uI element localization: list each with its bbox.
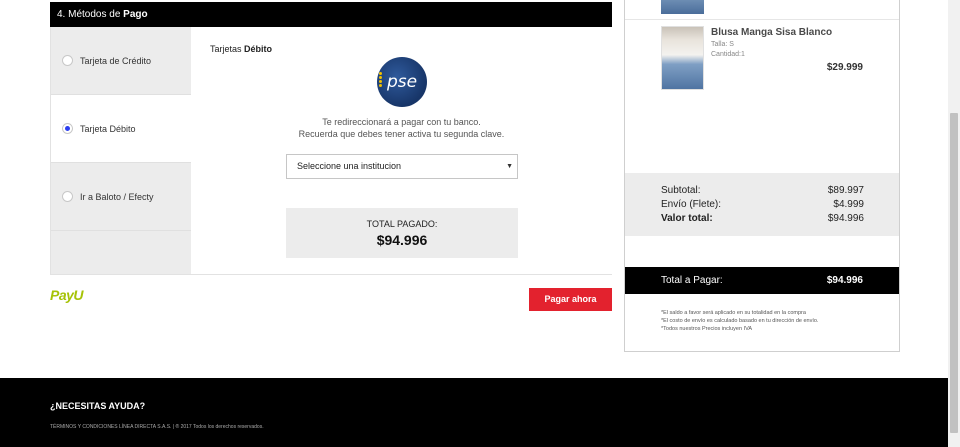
shipping-row: Envío (Flete): $4.999 <box>661 199 864 210</box>
redirect-notice-line1: Te redireccionará a pagar con tu banco. <box>322 117 481 127</box>
payment-methods-header: 4. Métodos de Pago <box>50 2 612 27</box>
page-scrollbar[interactable] <box>948 0 960 447</box>
payu-logo-text: PayU <box>50 287 84 303</box>
subtotal-label: Subtotal: <box>661 185 701 196</box>
total-to-pay-bar: Total a Pagar: $94.996 <box>625 267 899 294</box>
total-to-pay-value: $94.996 <box>826 275 863 286</box>
shipping-label: Envío (Flete): <box>661 199 722 210</box>
total-to-pay-label: Total a Pagar: <box>661 275 723 286</box>
radio-debit-card[interactable] <box>62 123 73 134</box>
note-iva: *Todos nuestros Precios incluyen IVA <box>661 326 752 332</box>
totals-box: Subtotal: $89.997 Envío (Flete): $4.999 … <box>625 173 899 236</box>
section-prefix: Tarjetas <box>210 44 245 54</box>
product-price: $29.999 <box>826 62 863 73</box>
legal-links[interactable]: TÉRMINOS Y CONDICIONES LÍNEA DIRECTA S.A… <box>50 424 264 430</box>
help-heading: ¿NECESITAS AYUDA? <box>50 401 146 411</box>
method-baloto-efecty-label: Ir a Baloto / Efecty <box>80 191 154 202</box>
product-image <box>661 26 704 90</box>
note-balance: *El saldo a favor será aplicado en su to… <box>661 310 806 316</box>
payment-method-content: Tarjetas Débito pse Te redireccionará a … <box>191 27 612 274</box>
method-debit-card[interactable]: Tarjeta Débito <box>51 95 191 163</box>
redirect-notice-line2: Recuerda que debes tener activa tu segun… <box>298 129 505 139</box>
total-paid-label: TOTAL PAGADO: <box>366 219 438 229</box>
total-value: $94.996 <box>827 213 864 224</box>
divider <box>625 19 899 20</box>
header-bold: Pago <box>123 9 148 20</box>
institution-select-value: Seleccione una institucion <box>297 161 402 171</box>
payment-method-list: Tarjeta de Crédito Tarjeta Débito Ir a B… <box>51 27 191 274</box>
method-credit-card[interactable]: Tarjeta de Crédito <box>51 27 191 95</box>
scrollbar-thumb[interactable] <box>950 113 958 433</box>
total-paid-box: TOTAL PAGADO: $94.996 <box>286 208 518 258</box>
total-label: Valor total: <box>661 213 713 224</box>
total-paid-value: $94.996 <box>376 232 428 248</box>
pse-dots-icon <box>379 71 385 93</box>
header-prefix: 4. Métodos de <box>57 9 124 20</box>
note-shipping: *El costo de envío es calculado basado e… <box>661 318 819 324</box>
product-size: Talla: S <box>711 41 734 48</box>
shipping-value: $4.999 <box>833 199 864 210</box>
method-baloto-efecty[interactable]: Ir a Baloto / Efecty <box>51 163 191 231</box>
previous-product-image <box>661 0 704 14</box>
subtotal-row: Subtotal: $89.997 <box>661 185 864 196</box>
radio-baloto-efecty[interactable] <box>62 191 73 202</box>
section-bold: Débito <box>244 44 273 54</box>
total-row: Valor total: $94.996 <box>661 213 864 224</box>
radio-credit-card[interactable] <box>62 55 73 66</box>
dropdown-arrow-icon: ▼ <box>506 163 513 170</box>
pse-logo: pse <box>377 57 427 107</box>
product-quantity: Cantidad:1 <box>711 51 745 58</box>
pay-now-button[interactable]: Pagar ahora <box>529 288 612 311</box>
subtotal-value: $89.997 <box>827 185 864 196</box>
payment-methods-body: Tarjeta de Crédito Tarjeta Débito Ir a B… <box>50 27 612 275</box>
footer: ¿NECESITAS AYUDA? TÉRMINOS Y CONDICIONES… <box>0 378 948 447</box>
method-credit-card-label: Tarjeta de Crédito <box>80 55 152 66</box>
pse-logo-text: pse <box>386 72 418 92</box>
institution-select[interactable]: Seleccione una institucion ▼ <box>286 154 518 179</box>
payu-logo: PayU <box>50 287 84 303</box>
method-debit-card-label: Tarjeta Débito <box>80 123 136 134</box>
product-name: Blusa Manga Sisa Blanco <box>711 27 833 38</box>
section-title: Tarjetas Débito <box>210 44 272 54</box>
order-summary: Blusa Manga Sisa Blanco Talla: S Cantida… <box>624 0 900 352</box>
